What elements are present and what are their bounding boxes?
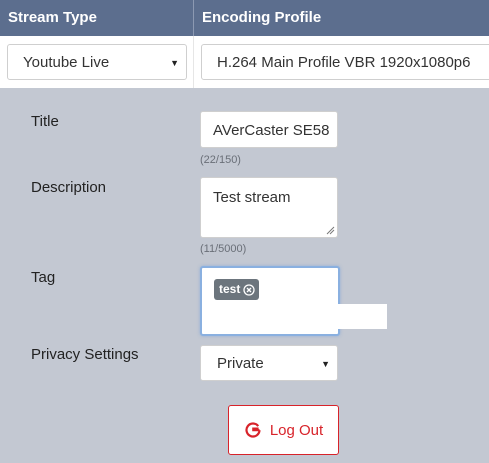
logout-label: Log Out <box>269 421 324 439</box>
description-label: Description <box>31 179 107 196</box>
privacy-settings-label: Privacy Settings <box>31 346 139 363</box>
logout-button[interactable]: Log Out <box>228 405 339 455</box>
encoding-profile-value: H.264 Main Profile VBR 1920x1080p6 <box>217 54 471 71</box>
tag-label: Tag <box>31 269 56 286</box>
description-counter: (11/5000) <box>200 243 247 255</box>
title-counter: (22/150) <box>200 154 241 166</box>
tag-chip-label: test <box>219 282 241 296</box>
stream-type-select[interactable]: Youtube Live ▼ <box>7 44 187 80</box>
header-bar: Stream Type Encoding Profile <box>0 0 489 36</box>
title-value: AVerCaster SE58 <box>213 122 330 139</box>
close-circle-icon[interactable] <box>243 283 255 296</box>
caret-down-icon: ▼ <box>321 359 330 369</box>
stream-type-header: Stream Type <box>8 9 97 26</box>
description-value: Test stream <box>213 189 291 206</box>
title-input[interactable]: AVerCaster SE58 <box>200 111 338 148</box>
row-divider <box>193 36 194 88</box>
google-g-icon <box>245 422 261 438</box>
caret-down-icon: ▼ <box>170 58 179 68</box>
description-textarea[interactable]: Test stream <box>200 177 338 238</box>
privacy-select[interactable]: Private ▼ <box>200 345 338 381</box>
stream-settings-row: Youtube Live ▼ H.264 Main Profile VBR 19… <box>0 36 489 88</box>
title-label: Title <box>31 113 59 130</box>
privacy-value: Private <box>217 355 264 372</box>
tag-input[interactable]: test <box>200 266 340 336</box>
encoding-profile-header: Encoding Profile <box>202 9 322 26</box>
encoding-profile-select[interactable]: H.264 Main Profile VBR 1920x1080p6 <box>201 44 489 80</box>
tag-chip: test <box>214 279 260 300</box>
tag-input-extension[interactable] <box>338 304 387 329</box>
stream-type-value: Youtube Live <box>23 54 110 71</box>
resize-grip-icon[interactable] <box>326 226 335 235</box>
